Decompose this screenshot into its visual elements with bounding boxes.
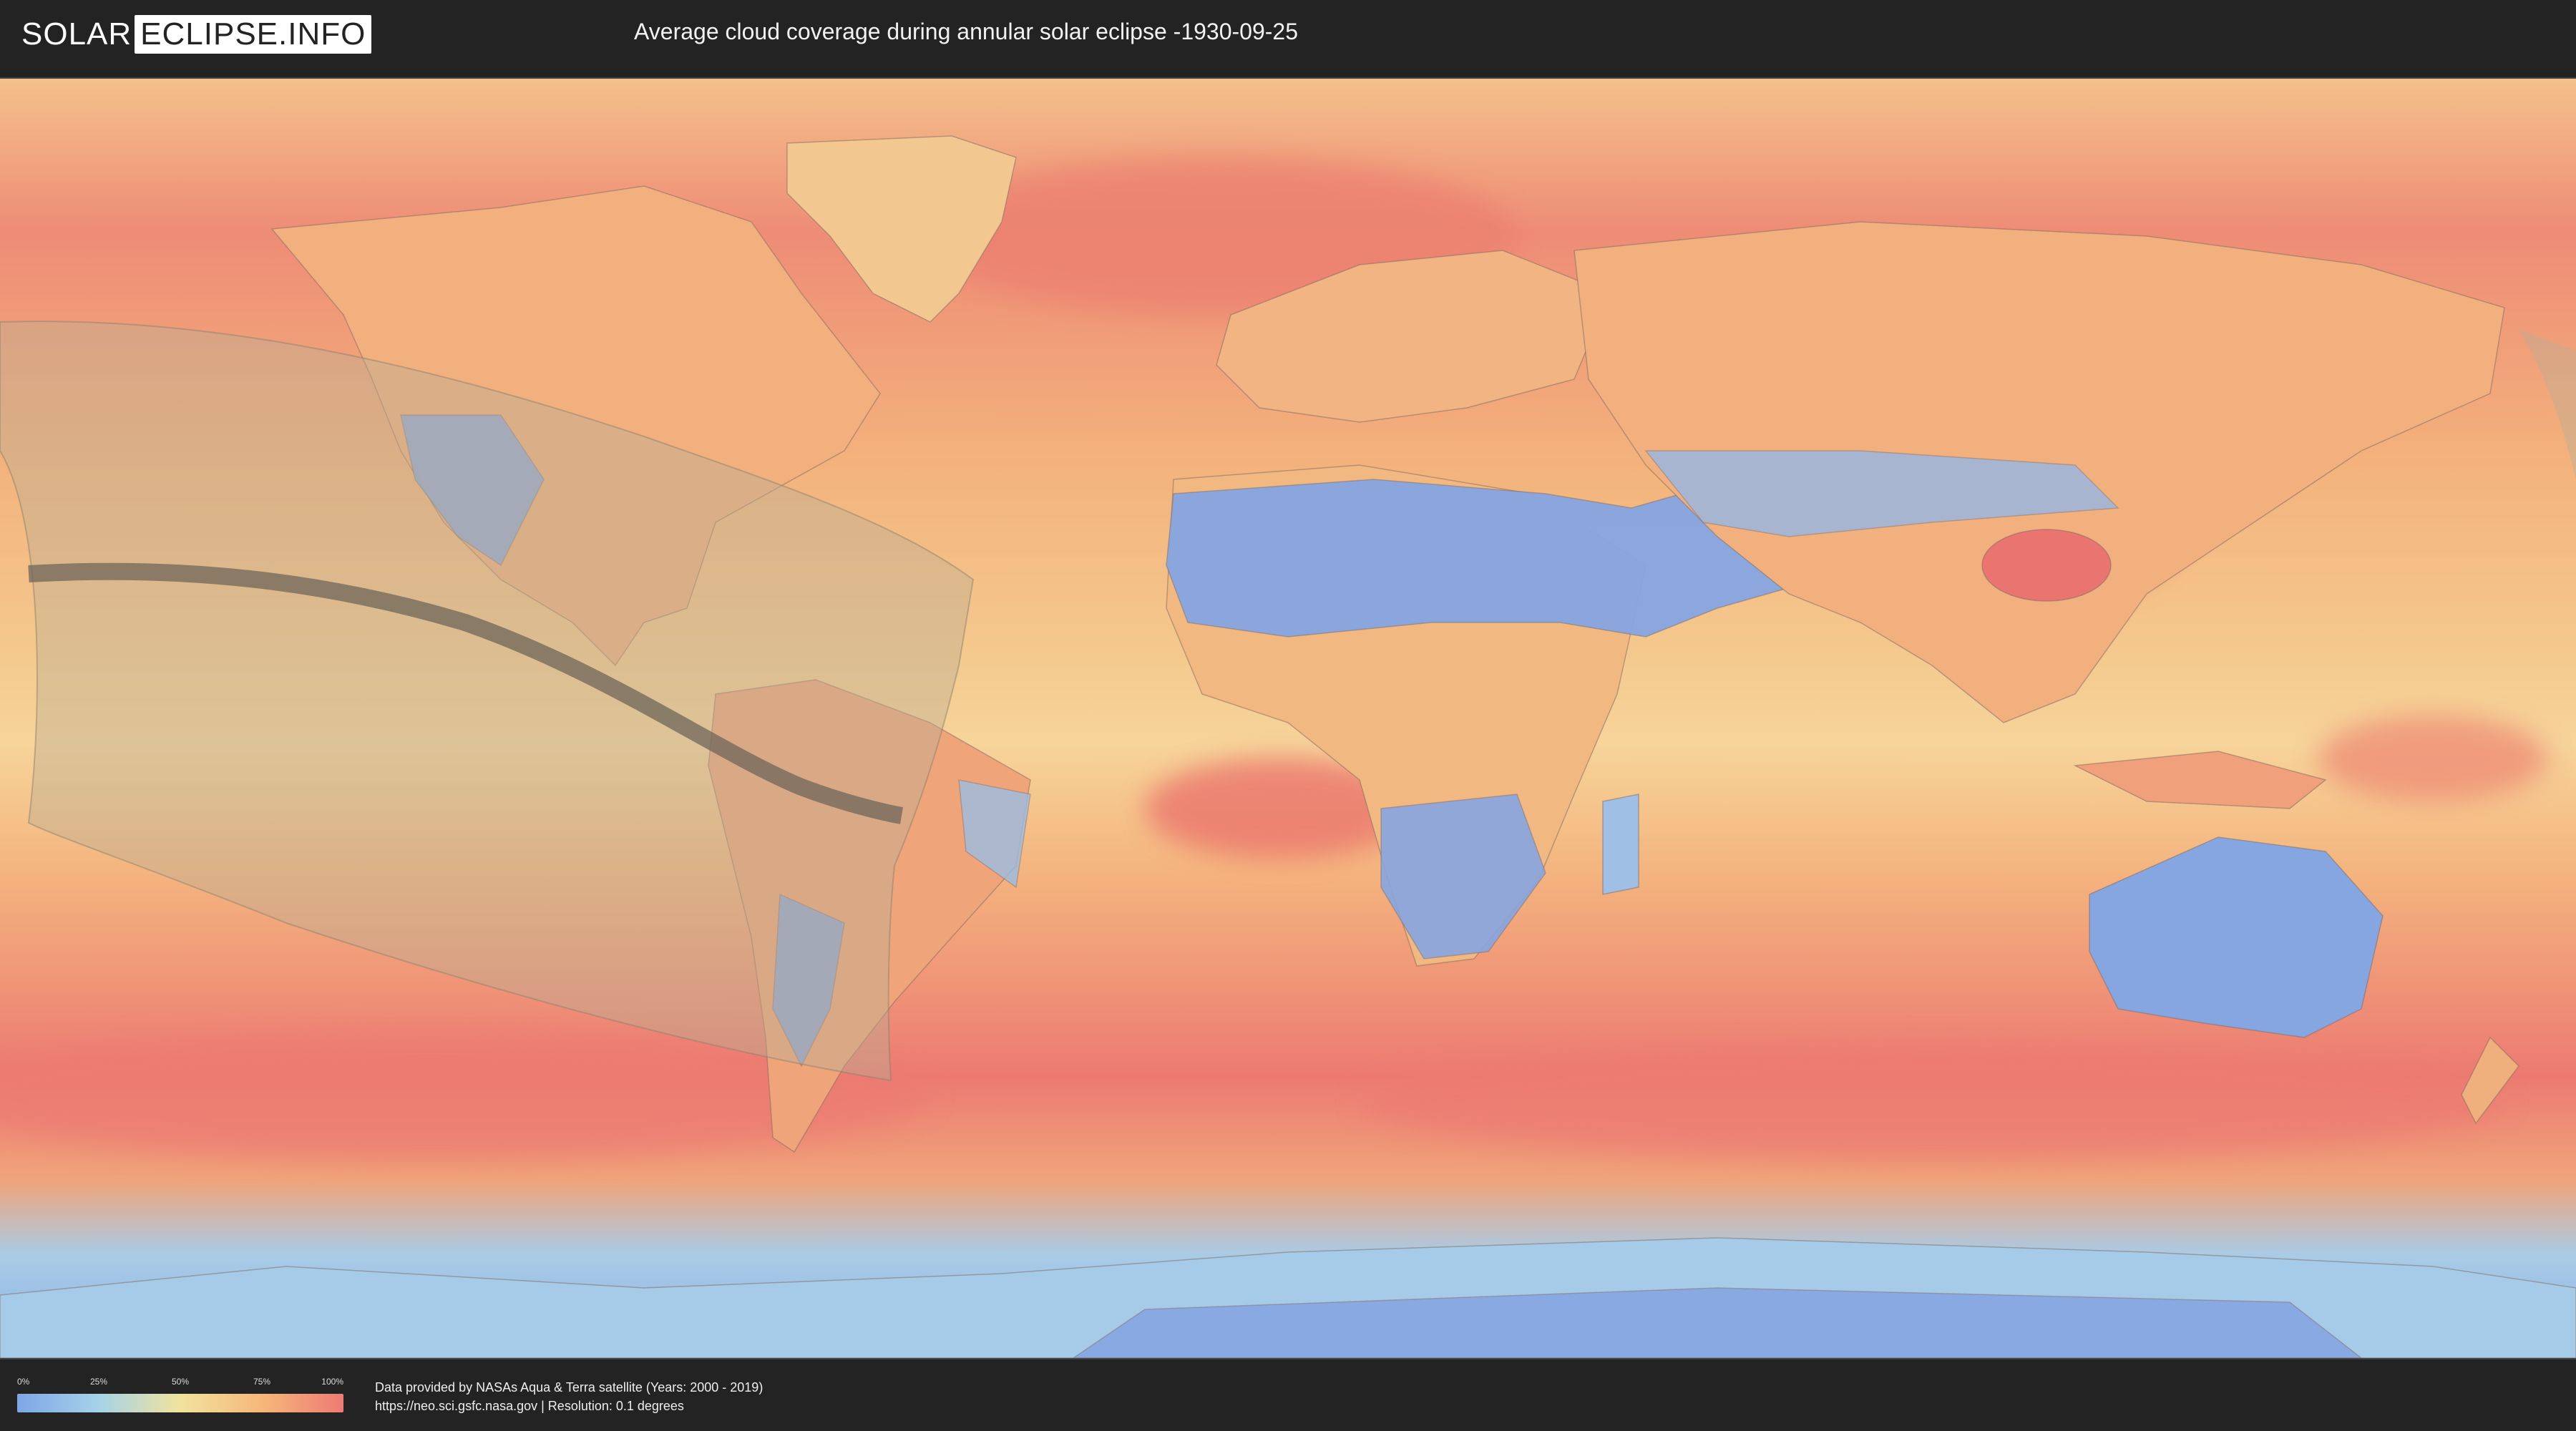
page-title: Average cloud coverage during annular so… bbox=[634, 19, 1298, 44]
map-svg bbox=[0, 79, 2576, 1358]
cloud-legend: 0% 25% 50% 75% 100% bbox=[17, 1377, 343, 1412]
legend-tick-75: 75% bbox=[253, 1377, 271, 1387]
legend-tick-25: 25% bbox=[89, 1377, 108, 1387]
legend-ticks: 0% 25% 50% 75% 100% bbox=[17, 1377, 343, 1390]
credit-line-1: Data provided by NASAs Aqua & Terra sate… bbox=[375, 1380, 763, 1395]
data-credits: Data provided by NASAs Aqua & Terra sate… bbox=[375, 1378, 763, 1415]
legend-tick-100: 100% bbox=[321, 1377, 343, 1387]
legend-color-bar bbox=[17, 1394, 343, 1412]
legend-tick-0: 0% bbox=[17, 1377, 30, 1387]
legend-tick-50: 50% bbox=[171, 1377, 190, 1387]
tibet-cloud bbox=[1981, 529, 2112, 602]
footer: 0% 25% 50% 75% 100% Data provided by NAS… bbox=[0, 1359, 2576, 1431]
top-bar: SOLAR ECLIPSE.INFO Average cloud coverag… bbox=[0, 0, 2576, 72]
madagascar bbox=[1602, 793, 1639, 895]
credit-line-2[interactable]: https://neo.sci.gsfc.nasa.gov | Resoluti… bbox=[375, 1397, 763, 1415]
cloud-coverage-map[interactable] bbox=[0, 77, 2576, 1359]
